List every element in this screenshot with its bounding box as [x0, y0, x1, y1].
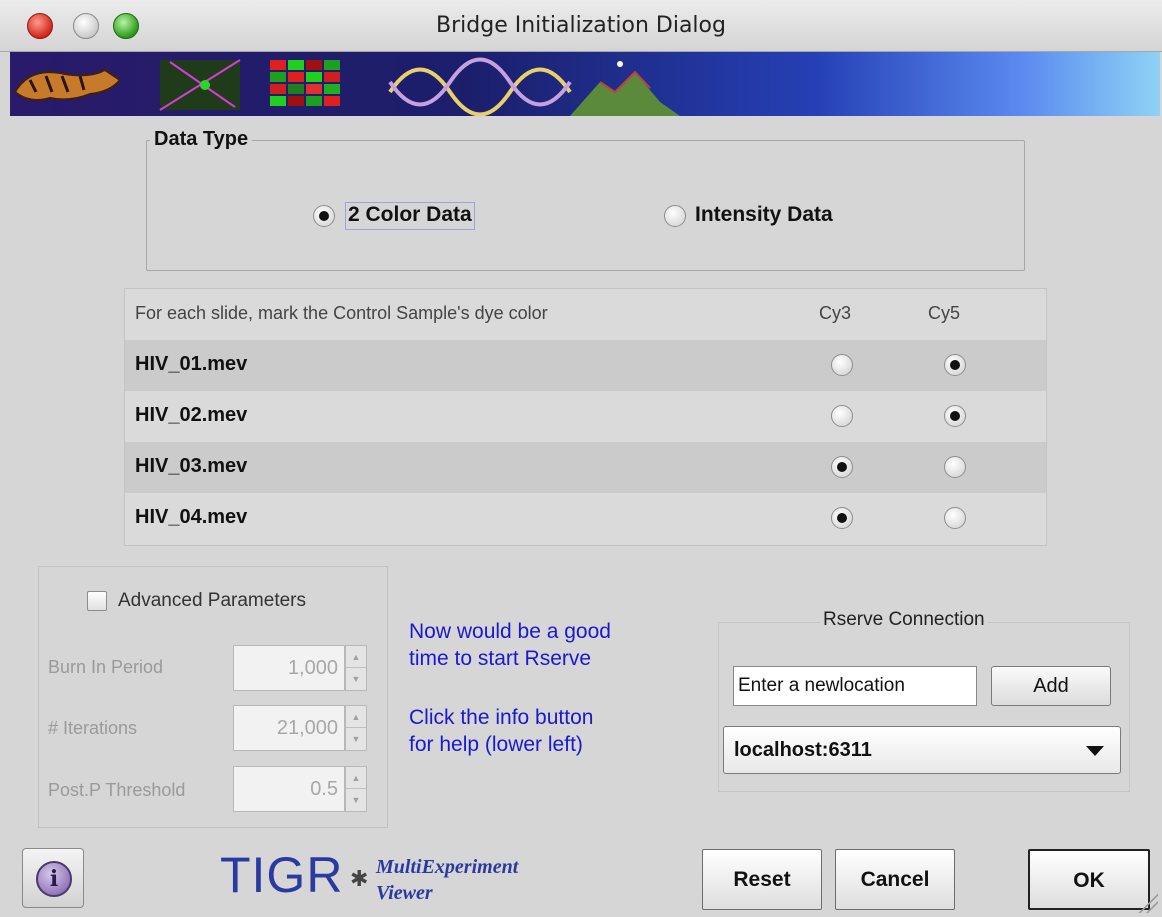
rserve-note-line1: Now would be a good [409, 620, 611, 643]
ok-button[interactable]: OK [1028, 849, 1150, 910]
table-row: HIV_04.mev [125, 493, 1046, 544]
threshold-label: Post.P Threshold [48, 780, 186, 800]
cy5-radio[interactable] [944, 507, 966, 529]
slide-name: HIV_02.mev [135, 404, 248, 426]
intensity-label[interactable]: Intensity Data [695, 203, 833, 227]
slide-name: HIV_03.mev [135, 455, 248, 477]
threshold-field[interactable]: 0.5 [233, 766, 345, 812]
rserve-note-line2: time to start Rserve [409, 647, 592, 670]
reset-button[interactable]: Reset [702, 849, 822, 910]
spinner-down-icon[interactable]: ▼ [346, 728, 366, 750]
cy3-radio[interactable] [831, 405, 853, 427]
spinner-down-icon[interactable]: ▼ [346, 668, 366, 690]
slide-name: HIV_01.mev [135, 353, 248, 375]
table-row: HIV_03.mev [125, 442, 1046, 493]
slide-name: HIV_04.mev [135, 506, 248, 528]
banner-graphic [13, 57, 680, 116]
cy5-radio[interactable] [944, 354, 966, 376]
mev-logo-text: MultiExperiment Viewer [376, 854, 518, 906]
slides-table: For each slide, mark the Control Sample'… [124, 288, 1047, 546]
two-color-label[interactable]: 2 Color Data [345, 202, 475, 230]
burn-in-label: Burn In Period [48, 657, 164, 677]
table-header-cy5: Cy5 [928, 303, 961, 323]
mev-logo-line2: Viewer [376, 882, 433, 904]
title-bar[interactable]: Bridge Initialization Dialog [0, 0, 1162, 52]
table-header-instruction: For each slide, mark the Control Sample'… [135, 303, 548, 323]
table-row: HIV_02.mev [125, 391, 1046, 442]
iterations-spinner[interactable]: ▲ ▼ [345, 705, 367, 751]
info-note-line1: Click the info button [409, 706, 594, 729]
logo-separator-icon: ✱ [350, 866, 369, 891]
threshold-spinner[interactable]: ▲ ▼ [345, 766, 367, 812]
iterations-label: # Iterations [48, 718, 138, 738]
spinner-up-icon[interactable]: ▲ [346, 767, 366, 789]
burn-in-spinner[interactable]: ▲ ▼ [345, 645, 367, 691]
add-location-button[interactable]: Add [991, 666, 1111, 706]
data-type-label: Data Type [150, 128, 253, 151]
burn-in-field[interactable]: 1,000 [233, 645, 345, 691]
new-location-input[interactable]: Enter a newlocation [733, 666, 977, 706]
info-note-line2: for help (lower left) [409, 733, 583, 756]
data-type-group [146, 140, 1025, 271]
cy5-radio[interactable] [944, 456, 966, 478]
spinner-up-icon[interactable]: ▲ [346, 646, 366, 668]
rserve-connection-label: Rserve Connection [820, 609, 988, 631]
cy3-radio[interactable] [831, 354, 853, 376]
table-row: HIV_01.mev [125, 340, 1046, 391]
rserve-host-value: localhost:6311 [734, 739, 872, 761]
spinner-down-icon[interactable]: ▼ [346, 789, 366, 811]
resize-grip-icon[interactable] [1136, 891, 1158, 913]
cy3-radio[interactable] [831, 507, 853, 529]
cy5-radio[interactable] [944, 405, 966, 427]
rserve-host-select[interactable]: localhost:6311 [723, 726, 1121, 774]
advanced-parameters-label[interactable]: Advanced Parameters [118, 590, 306, 612]
spinner-up-icon[interactable]: ▲ [346, 706, 366, 728]
table-header-cy3: Cy3 [819, 303, 852, 323]
info-icon: i [36, 861, 72, 897]
iterations-field[interactable]: 21,000 [233, 705, 345, 751]
two-color-radio[interactable] [313, 205, 335, 227]
tigr-logo-text: TIGR [220, 847, 344, 903]
cy3-radio[interactable] [831, 456, 853, 478]
intensity-radio[interactable] [664, 205, 686, 227]
window-title: Bridge Initialization Dialog [436, 13, 726, 38]
info-button[interactable]: i [22, 848, 84, 908]
cancel-button[interactable]: Cancel [835, 849, 955, 910]
banner-image [10, 52, 1160, 116]
dropdown-arrow-icon [1086, 746, 1104, 756]
dialog-window: Bridge Initialization Dialog Data Type 2… [0, 0, 1162, 917]
mev-logo-line1: MultiExperiment [376, 856, 519, 878]
advanced-parameters-checkbox[interactable] [87, 591, 107, 611]
